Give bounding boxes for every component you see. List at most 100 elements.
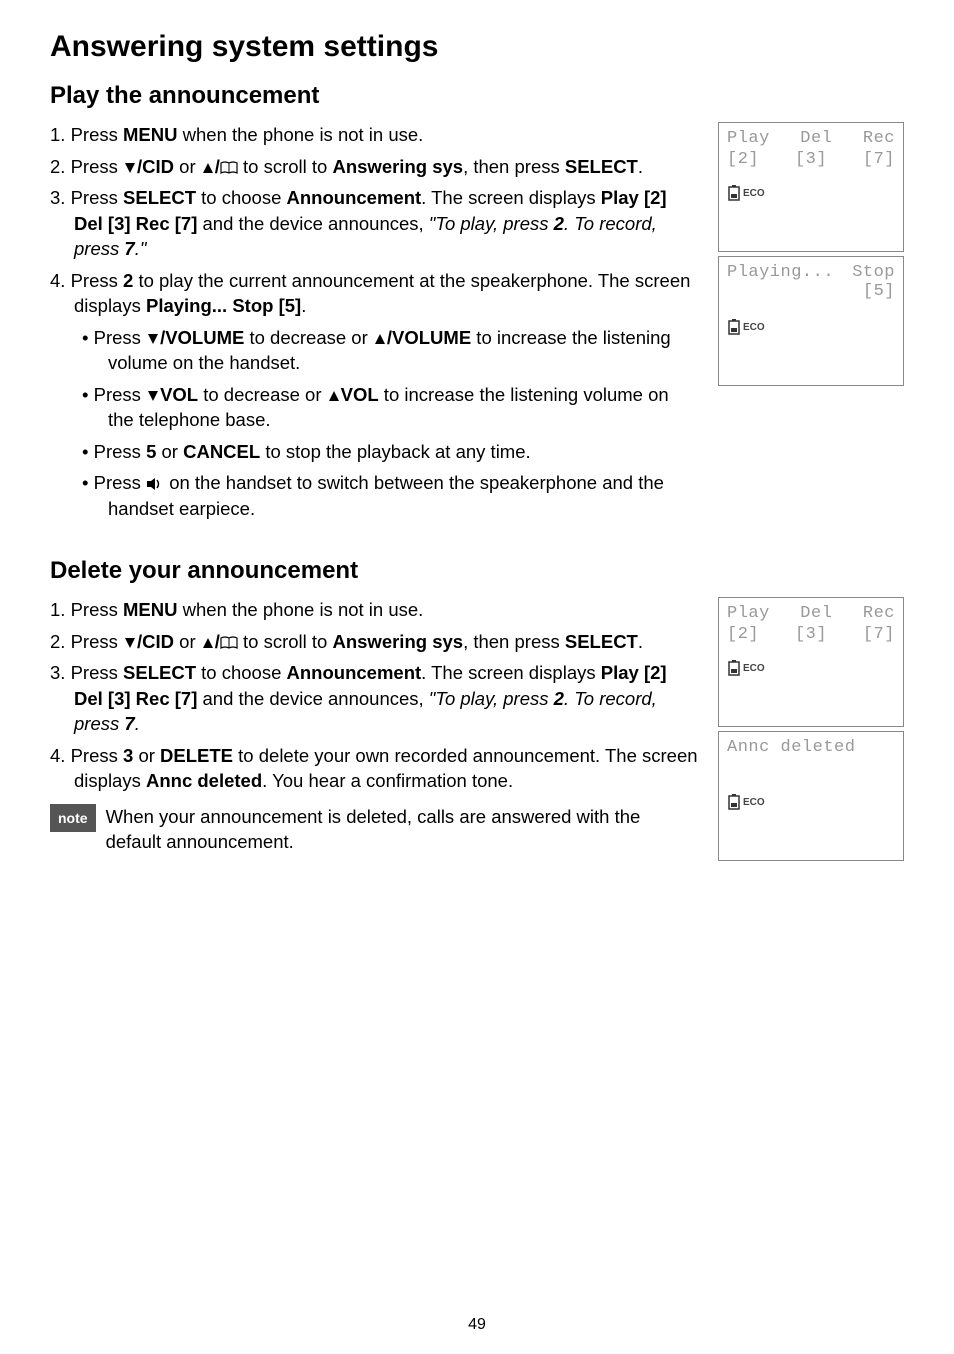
step-3: Press SELECT to choose Announcement. The… — [50, 660, 698, 737]
triangle-up-icon — [201, 637, 215, 649]
t: or — [133, 745, 160, 766]
screen-play-del-rec: Play Del Rec [2] [3] [7] ECO — [718, 122, 904, 252]
t: . — [638, 631, 643, 652]
q2: 2 — [554, 213, 564, 234]
scr-play: Play — [727, 604, 770, 623]
select-label: SELECT — [123, 187, 196, 208]
book-icon — [220, 636, 238, 650]
q: . — [135, 713, 140, 734]
eco-label: ECO — [743, 663, 765, 674]
answering-sys-label: Answering sys — [332, 631, 463, 652]
t: Press — [71, 270, 123, 291]
t: Press — [71, 156, 123, 177]
volume-label: /VOLUME — [387, 327, 471, 348]
menu-label: MENU — [123, 599, 177, 620]
delete-label: DELETE — [160, 745, 233, 766]
battery-icon — [727, 660, 741, 676]
triangle-up-icon — [327, 390, 341, 402]
t: , then press — [463, 631, 565, 652]
page-number: 49 — [468, 1316, 486, 1334]
triangle-down-icon — [123, 637, 137, 649]
bullet-3: Press 5 or CANCEL to stop the playback a… — [82, 439, 698, 465]
t: . The screen displays — [421, 187, 601, 208]
cid-label: /CID — [137, 156, 174, 177]
t: when the phone is not in use. — [178, 124, 424, 145]
three-label: 3 — [123, 745, 133, 766]
volume-label: /VOLUME — [160, 327, 244, 348]
t: Press — [71, 187, 123, 208]
two-label: 2 — [123, 270, 133, 291]
t: and the device announces, — [197, 688, 428, 709]
scr-rec: Rec — [863, 604, 895, 623]
t: Press — [71, 662, 123, 683]
t: to scroll to — [238, 631, 333, 652]
t: to choose — [196, 662, 287, 683]
t: . — [301, 295, 306, 316]
answering-sys-label: Answering sys — [332, 156, 463, 177]
bullet-4: Press on the handset to switch between t… — [82, 470, 698, 521]
scr-5: [5] — [863, 282, 895, 301]
triangle-down-icon — [123, 162, 137, 174]
q2: 2 — [554, 688, 564, 709]
note-text: When your announcement is deleted, calls… — [106, 804, 698, 855]
menu-label: MENU — [123, 124, 177, 145]
scr-7: [7] — [863, 625, 895, 644]
vol-label: VOL — [341, 384, 379, 405]
triangle-up-icon — [201, 162, 215, 174]
eco-label: ECO — [743, 322, 765, 333]
t: to stop the playback at any time. — [260, 441, 530, 462]
step-2: Press /CID or / to scroll to Answering s… — [50, 629, 698, 655]
scr-del: Del — [800, 129, 832, 148]
q7: 7 — [124, 238, 134, 259]
step-1: Press MENU when the phone is not in use. — [50, 122, 698, 148]
page-title: Answering system settings — [50, 30, 904, 64]
q: "To play, press — [429, 688, 554, 709]
t: or — [174, 631, 201, 652]
scr-stop: Stop — [852, 263, 895, 282]
scr-2: [2] — [727, 150, 759, 169]
section-heading-delete: Delete your announcement — [50, 557, 904, 585]
scr-play: Play — [727, 129, 770, 148]
t: Press — [71, 124, 123, 145]
scr-2: [2] — [727, 625, 759, 644]
t: . The screen displays — [421, 662, 601, 683]
t: Press — [71, 745, 123, 766]
five-label: 5 — [146, 441, 156, 462]
select-label: SELECT — [565, 631, 638, 652]
t: when the phone is not in use. — [178, 599, 424, 620]
t: Press — [94, 472, 146, 493]
eco-label: ECO — [743, 797, 765, 808]
book-icon — [220, 161, 238, 175]
t: . — [638, 156, 643, 177]
step-2: Press /CID or / to scroll to Answering s… — [50, 154, 698, 180]
eco-label: ECO — [743, 188, 765, 199]
scr-3: [3] — [795, 150, 827, 169]
battery-icon — [727, 794, 741, 810]
t: to choose — [196, 187, 287, 208]
t: to scroll to — [238, 156, 333, 177]
t: and the device announces, — [197, 213, 428, 234]
screen-play-del-rec: Play Del Rec [2] [3] [7] ECO — [718, 597, 904, 727]
step-3: Press SELECT to choose Announcement. The… — [50, 185, 698, 262]
step-1: Press MENU when the phone is not in use. — [50, 597, 698, 623]
step-4: Press 2 to play the current announcement… — [50, 268, 698, 522]
section2-text: Press MENU when the phone is not in use.… — [50, 597, 698, 865]
announcement-label: Announcement — [287, 187, 422, 208]
playing-stop-label: Playing... Stop [5] — [146, 295, 301, 316]
scr-3: [3] — [795, 625, 827, 644]
vol-label: VOL — [160, 384, 198, 405]
t: Press — [94, 327, 146, 348]
t: , then press — [463, 156, 565, 177]
speaker-icon — [146, 477, 164, 491]
battery-icon — [727, 185, 741, 201]
q: "To play, press — [429, 213, 554, 234]
t: to decrease or — [198, 384, 327, 405]
cancel-label: CANCEL — [183, 441, 260, 462]
q7: 7 — [124, 713, 134, 734]
triangle-down-icon — [146, 390, 160, 402]
screen-annc-deleted: Annc deleted ECO — [718, 731, 904, 861]
screen-playing-stop: Playing... Stop [5] ECO — [718, 256, 904, 386]
cid-label: /CID — [137, 631, 174, 652]
select-label: SELECT — [123, 662, 196, 683]
scr-playing: Playing... — [727, 263, 834, 282]
